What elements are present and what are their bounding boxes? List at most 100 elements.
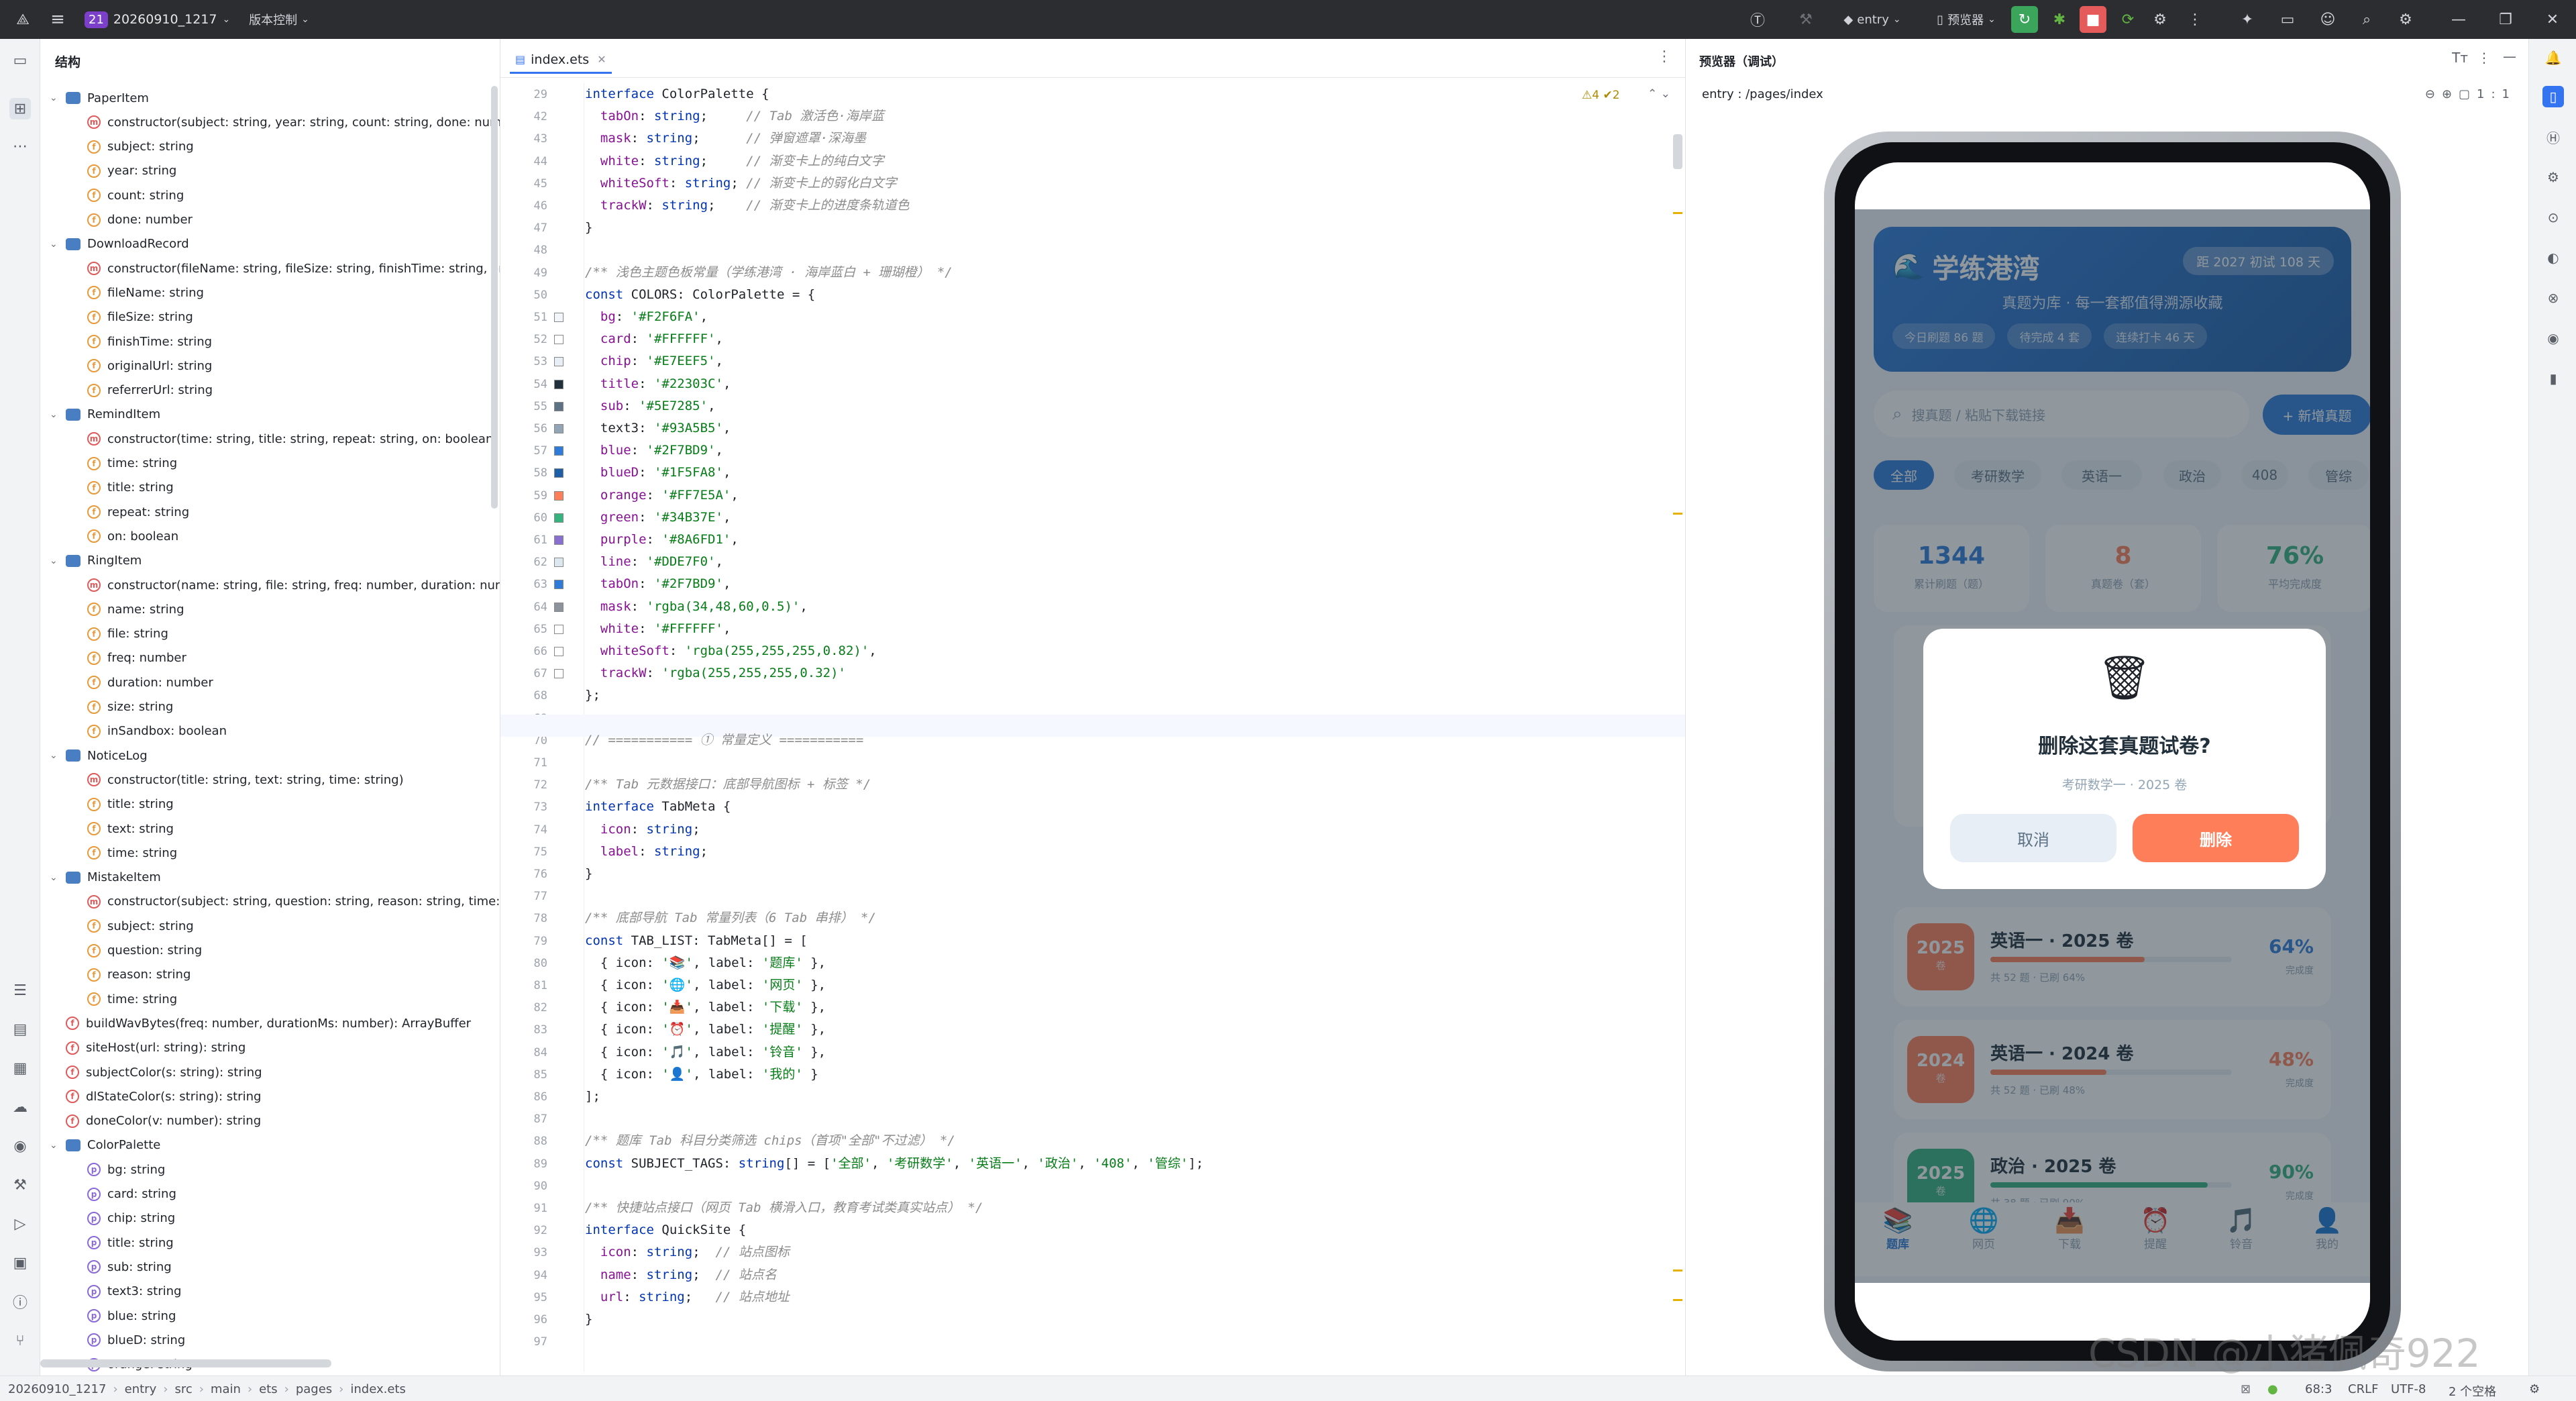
- code-line[interactable]: mask: string; // 弹窗遮罩·深海墨: [585, 127, 866, 150]
- hide-panel-icon[interactable]: —: [2503, 48, 2516, 64]
- structure-item[interactable]: ⌄ RingItem: [50, 549, 142, 573]
- code-line[interactable]: blueD: '#1F5FA8',: [585, 462, 731, 484]
- more-icon[interactable]: ⋮: [2182, 6, 2208, 33]
- run-icon[interactable]: ↻: [2011, 6, 2038, 33]
- main-menu-icon[interactable]: ≡: [44, 6, 71, 33]
- structure-item[interactable]: p blue: string: [87, 1304, 176, 1328]
- structure-item[interactable]: ⌄ ColorPalette: [50, 1133, 160, 1157]
- color-swatch[interactable]: [554, 468, 564, 478]
- profiler-icon[interactable]: ⚙: [2147, 6, 2174, 33]
- color-swatch[interactable]: [554, 357, 564, 367]
- color-swatch[interactable]: [554, 535, 564, 545]
- code-line[interactable]: url: string; // 站点地址: [585, 1286, 790, 1308]
- font-size-icon[interactable]: Tт: [2452, 50, 2468, 66]
- more-tools-icon[interactable]: ⋯: [9, 136, 31, 157]
- code-line[interactable]: card: '#FFFFFF',: [585, 328, 723, 350]
- breadcrumb-item[interactable]: main: [211, 1382, 241, 1396]
- color-swatch[interactable]: [554, 647, 564, 656]
- device-icon[interactable]: ▮: [2542, 368, 2564, 389]
- device-file-icon[interactable]: ⊙: [2542, 207, 2564, 228]
- indent-setting[interactable]: 2 个空格: [2449, 1382, 2496, 1400]
- structure-item[interactable]: f time: string: [87, 987, 177, 1011]
- structure-item[interactable]: ⌄ PaperItem: [50, 86, 149, 110]
- breadcrumb-item[interactable]: ets: [259, 1382, 278, 1396]
- code-line[interactable]: { icon: '📥', label: '下载' },: [585, 996, 826, 1019]
- structure-item[interactable]: f duration: number: [87, 670, 213, 694]
- device-manager-icon[interactable]: ✦: [2234, 6, 2261, 33]
- caret-position[interactable]: 68:3: [2305, 1382, 2332, 1396]
- color-swatch[interactable]: [554, 446, 564, 456]
- code-line[interactable]: whiteSoft: string; // 渐变卡上的弱化白文字: [585, 172, 897, 195]
- code-line[interactable]: ];: [585, 1086, 600, 1108]
- chevron-down-icon[interactable]: ⌄: [50, 872, 62, 883]
- structure-item[interactable]: m constructor(subject: string, question: …: [87, 890, 500, 914]
- structure-item[interactable]: f title: string: [87, 476, 174, 500]
- close-icon[interactable]: ✕: [2536, 6, 2569, 33]
- chevron-down-icon[interactable]: ⌄: [50, 239, 62, 250]
- code-line[interactable]: { icon: '👤', label: '我的' }: [585, 1063, 818, 1086]
- hammer-icon[interactable]: ⚒: [1792, 6, 1819, 33]
- structure-item[interactable]: f siteHost(url: string): string: [50, 1036, 246, 1060]
- structure-item[interactable]: f inSandbox: boolean: [87, 719, 227, 743]
- maximize-icon[interactable]: ❐: [2489, 6, 2522, 33]
- code-line[interactable]: chip: '#E7EEF5',: [585, 350, 723, 372]
- structure-item[interactable]: m constructor(fileName: string, fileSize:…: [87, 256, 500, 280]
- previewer-options-icon[interactable]: ⋮: [2477, 50, 2491, 66]
- device-selector[interactable]: ▯ 预览器 ⌄: [1923, 6, 2010, 33]
- attach-icon[interactable]: ⟳: [2114, 6, 2141, 33]
- font-icon[interactable]: Ⓣ: [1744, 6, 1771, 33]
- structure-item[interactable]: f subject: string: [87, 914, 194, 938]
- code-line[interactable]: line: '#DDE7F0',: [585, 551, 723, 573]
- color-swatch[interactable]: [554, 513, 564, 523]
- structure-item[interactable]: f text: string: [87, 817, 174, 841]
- editor-scrollbar[interactable]: [1673, 134, 1682, 169]
- structure-hscrollbar[interactable]: [40, 1359, 331, 1367]
- breadcrumb-item[interactable]: pages: [296, 1382, 332, 1396]
- tab-index-ets[interactable]: ▤ index.ets ✕: [510, 47, 612, 74]
- code-line[interactable]: }: [585, 1308, 592, 1331]
- code-line[interactable]: /** 快捷站点接口（网页 Tab 横滑入口，教育考试类真实站点） */: [585, 1197, 983, 1219]
- code-line[interactable]: { icon: '📚', label: '题库' },: [585, 952, 826, 974]
- chevron-down-icon[interactable]: ⌄: [50, 409, 62, 420]
- chevron-down-icon[interactable]: ⌄: [50, 1140, 62, 1151]
- encoding[interactable]: UTF-8: [2391, 1382, 2426, 1396]
- color-swatch[interactable]: [554, 335, 564, 345]
- notifications-icon[interactable]: 🔔: [2542, 47, 2564, 68]
- structure-scrollbar[interactable]: [491, 86, 498, 509]
- structure-item[interactable]: f name: string: [87, 597, 184, 621]
- problems-icon[interactable]: ⓘ: [9, 1291, 31, 1312]
- structure-item[interactable]: f question: string: [87, 939, 202, 963]
- database-icon[interactable]: ⊗: [2542, 287, 2564, 309]
- structure-item[interactable]: ⌄ MistakeItem: [50, 866, 161, 890]
- code-line[interactable]: { icon: '🎵', label: '铃音' },: [585, 1041, 826, 1063]
- previewer-tool-icon[interactable]: ▯: [2542, 86, 2564, 107]
- services-icon[interactable]: ☁: [9, 1096, 31, 1118]
- breadcrumb-item[interactable]: src: [174, 1382, 192, 1396]
- folder-icon[interactable]: ▭: [2274, 6, 2301, 33]
- structure-item[interactable]: f freq: number: [87, 646, 186, 670]
- chevron-down-icon[interactable]: ⌄: [50, 750, 62, 761]
- code-line[interactable]: };: [585, 684, 600, 707]
- structure-item[interactable]: m constructor(name: string, file: string,…: [87, 573, 500, 597]
- structure-item[interactable]: f time: string: [87, 452, 177, 476]
- structure-item[interactable]: p card: string: [87, 1182, 176, 1206]
- structure-item[interactable]: p bg: string: [87, 1157, 165, 1182]
- color-swatch[interactable]: [554, 424, 564, 433]
- structure-item[interactable]: f file: string: [87, 622, 168, 646]
- code-line[interactable]: orange: '#FF7E5A',: [585, 484, 739, 507]
- code-line[interactable]: }: [585, 217, 592, 239]
- structure-item[interactable]: f fileName: string: [87, 280, 204, 305]
- structure-item[interactable]: ⌄ DownloadRecord: [50, 232, 189, 256]
- breadcrumb-item[interactable]: index.ets: [350, 1382, 405, 1396]
- run-tool-icon[interactable]: ▷: [9, 1213, 31, 1235]
- structure-item[interactable]: f repeat: string: [87, 500, 189, 524]
- app-analyzer-icon[interactable]: ⚙: [2542, 166, 2564, 188]
- tab-options-icon[interactable]: ⋮: [1657, 48, 1672, 65]
- structure-item[interactable]: ⌄ NoticeLog: [50, 743, 148, 768]
- code-line[interactable]: /** 题库 Tab 科目分类筛选 chips（首项"全部"不过滤） */: [585, 1130, 955, 1152]
- code-line[interactable]: green: '#34B37E',: [585, 507, 731, 529]
- color-swatch[interactable]: [554, 401, 564, 411]
- structure-item[interactable]: f reason: string: [87, 963, 191, 987]
- minimize-icon[interactable]: —: [2442, 6, 2475, 33]
- structure-item[interactable]: f doneColor(v: number): string: [50, 1109, 261, 1133]
